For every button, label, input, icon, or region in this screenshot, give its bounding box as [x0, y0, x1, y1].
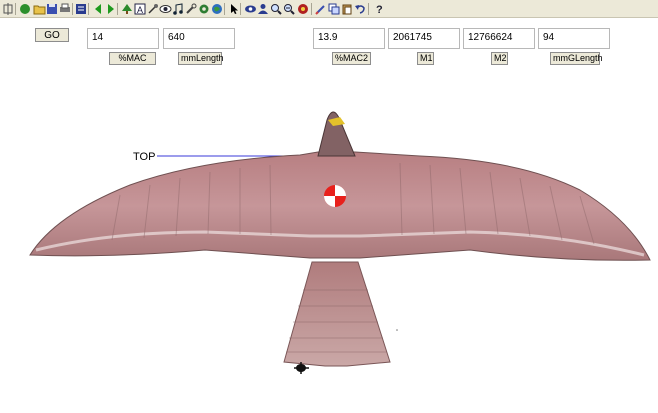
pointer-icon[interactable]: [227, 2, 241, 16]
a-box-icon[interactable]: A: [133, 2, 147, 16]
m1-field[interactable]: 2061745: [388, 28, 460, 49]
bird-wings: [29, 151, 651, 261]
person-icon[interactable]: [256, 2, 270, 16]
go-button[interactable]: GO: [35, 28, 69, 42]
mmg-length-label[interactable]: mmGLength: [550, 52, 603, 65]
mac2-percent-label[interactable]: %MAC2: [332, 52, 371, 65]
arrow-left-icon[interactable]: [91, 2, 105, 16]
mac2-percent-field[interactable]: 13.9: [313, 28, 385, 49]
print-icon[interactable]: [58, 2, 72, 16]
svg-text:?: ?: [376, 4, 383, 15]
copy-icon[interactable]: [327, 2, 341, 16]
new-file-icon[interactable]: [18, 2, 32, 16]
m2-label[interactable]: M2: [491, 52, 508, 65]
top-label: TOP: [133, 151, 156, 163]
globe-icon[interactable]: [210, 2, 224, 16]
gear-icon[interactable]: [197, 2, 211, 16]
tool-icon[interactable]: [184, 2, 198, 16]
help-icon[interactable]: ?: [372, 2, 386, 16]
pencil-icon[interactable]: [314, 2, 328, 16]
undo-icon[interactable]: [353, 2, 367, 16]
bird-tail: [283, 261, 391, 367]
mmg-length-field[interactable]: 94: [538, 28, 610, 49]
bird-beak-band: [328, 117, 345, 126]
zoom-out-icon[interactable]: [282, 2, 296, 16]
paste-icon[interactable]: [340, 2, 354, 16]
list-icon[interactable]: [74, 2, 88, 16]
m2-field[interactable]: 12766624: [463, 28, 535, 49]
tree-icon[interactable]: [120, 2, 134, 16]
cg-marker[interactable]: [324, 185, 346, 207]
mac-percent-field[interactable]: 14: [87, 28, 159, 49]
music-note-icon[interactable]: [171, 2, 185, 16]
m1-label[interactable]: M1: [417, 52, 434, 65]
toolbar: A ?: [0, 0, 658, 18]
zoom-in-icon[interactable]: [269, 2, 283, 16]
eye-icon[interactable]: [243, 2, 257, 16]
settings-icon[interactable]: [1, 2, 15, 16]
arrow-right-icon[interactable]: [104, 2, 118, 16]
open-folder-icon[interactable]: [32, 2, 46, 16]
stop-icon[interactable]: [296, 2, 310, 16]
mm-length-field[interactable]: 640: [163, 28, 235, 49]
nose-weight-marker[interactable]: [294, 362, 309, 374]
eye-icon[interactable]: [158, 2, 172, 16]
bird-head: [317, 111, 356, 157]
mac-percent-label[interactable]: %MAC: [109, 52, 156, 65]
svg-text:A: A: [137, 5, 143, 15]
mm-length-label[interactable]: mmLength: [178, 52, 224, 65]
save-icon[interactable]: [45, 2, 59, 16]
